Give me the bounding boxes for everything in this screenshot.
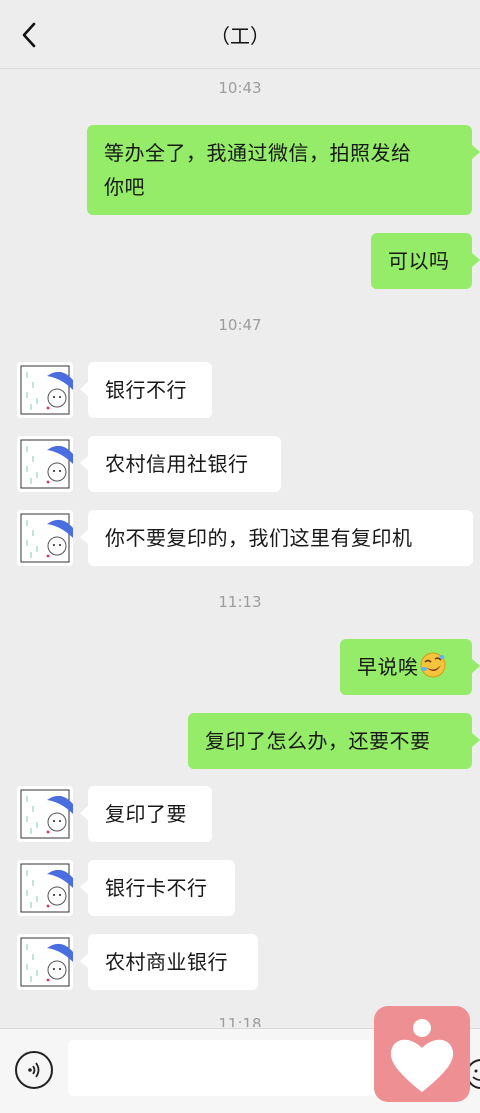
contact-avatar[interactable]	[17, 436, 73, 492]
heart-icon	[390, 1019, 454, 1092]
voice-button[interactable]	[15, 1051, 53, 1089]
message-text: 你吧	[104, 175, 145, 199]
message-bubble-received[interactable]: 银行卡不行	[80, 860, 235, 916]
timestamp: 10:43	[218, 79, 262, 97]
umbrella-avatar-icon	[17, 934, 73, 990]
umbrella-avatar-icon	[17, 860, 73, 916]
message-bubble-sent[interactable]: 早说唉	[340, 639, 480, 695]
message-text: 农村信用社银行	[105, 452, 249, 476]
umbrella-avatar-icon	[17, 436, 73, 492]
message-bubble-received[interactable]: 农村商业银行	[80, 934, 258, 990]
contact-avatar[interactable]	[17, 786, 73, 842]
chat-header: （工）	[0, 0, 480, 69]
message-text: 银行不行	[105, 378, 187, 402]
message-text: 银行卡不行	[105, 876, 208, 900]
contact-avatar[interactable]	[17, 510, 73, 566]
umbrella-avatar-icon	[17, 362, 73, 418]
timestamp: 10:47	[218, 316, 262, 334]
message-text: 农村商业银行	[105, 950, 228, 974]
message-bubble-sent[interactable]: 复印了怎么办，还要不要	[188, 713, 480, 769]
chat-title: （工）	[210, 24, 270, 48]
message-text: 复印了怎么办，还要不要	[205, 729, 431, 753]
message-bubble-received[interactable]: 农村信用社银行	[80, 436, 281, 492]
contact-avatar[interactable]	[17, 934, 73, 990]
message-list[interactable]: 10:43 等办全了，我通过微信，拍照发给 你吧 可以吗 10:47 银行不行	[0, 69, 480, 1027]
timestamp: 11:13	[218, 593, 262, 611]
message-bubble-received[interactable]: 复印了要	[80, 786, 212, 842]
message-text: 等办全了，我通过微信，拍照发给	[104, 141, 412, 165]
umbrella-avatar-icon	[17, 510, 73, 566]
message-bubble-received[interactable]: 你不要复印的，我们这里有复印机	[80, 510, 473, 566]
message-bubble-sent[interactable]: 可以吗	[371, 233, 480, 289]
message-input[interactable]	[68, 1040, 398, 1096]
message-bubble-received[interactable]: 银行不行	[80, 362, 212, 418]
message-bubble-sent[interactable]: 等办全了，我通过微信，拍照发给 你吧	[87, 125, 480, 215]
message-text: 早说唉	[357, 655, 419, 679]
floating-heart-button[interactable]	[374, 1006, 470, 1102]
voice-icon	[28, 1062, 40, 1078]
umbrella-avatar-icon	[17, 786, 73, 842]
contact-avatar[interactable]	[17, 860, 73, 916]
message-text: 复印了要	[105, 802, 187, 826]
message-text: 你不要复印的，我们这里有复印机	[105, 526, 413, 550]
contact-avatar[interactable]	[17, 362, 73, 418]
rolling-on-floor-laughing-emoji	[420, 652, 445, 678]
message-text: 可以吗	[388, 249, 450, 273]
